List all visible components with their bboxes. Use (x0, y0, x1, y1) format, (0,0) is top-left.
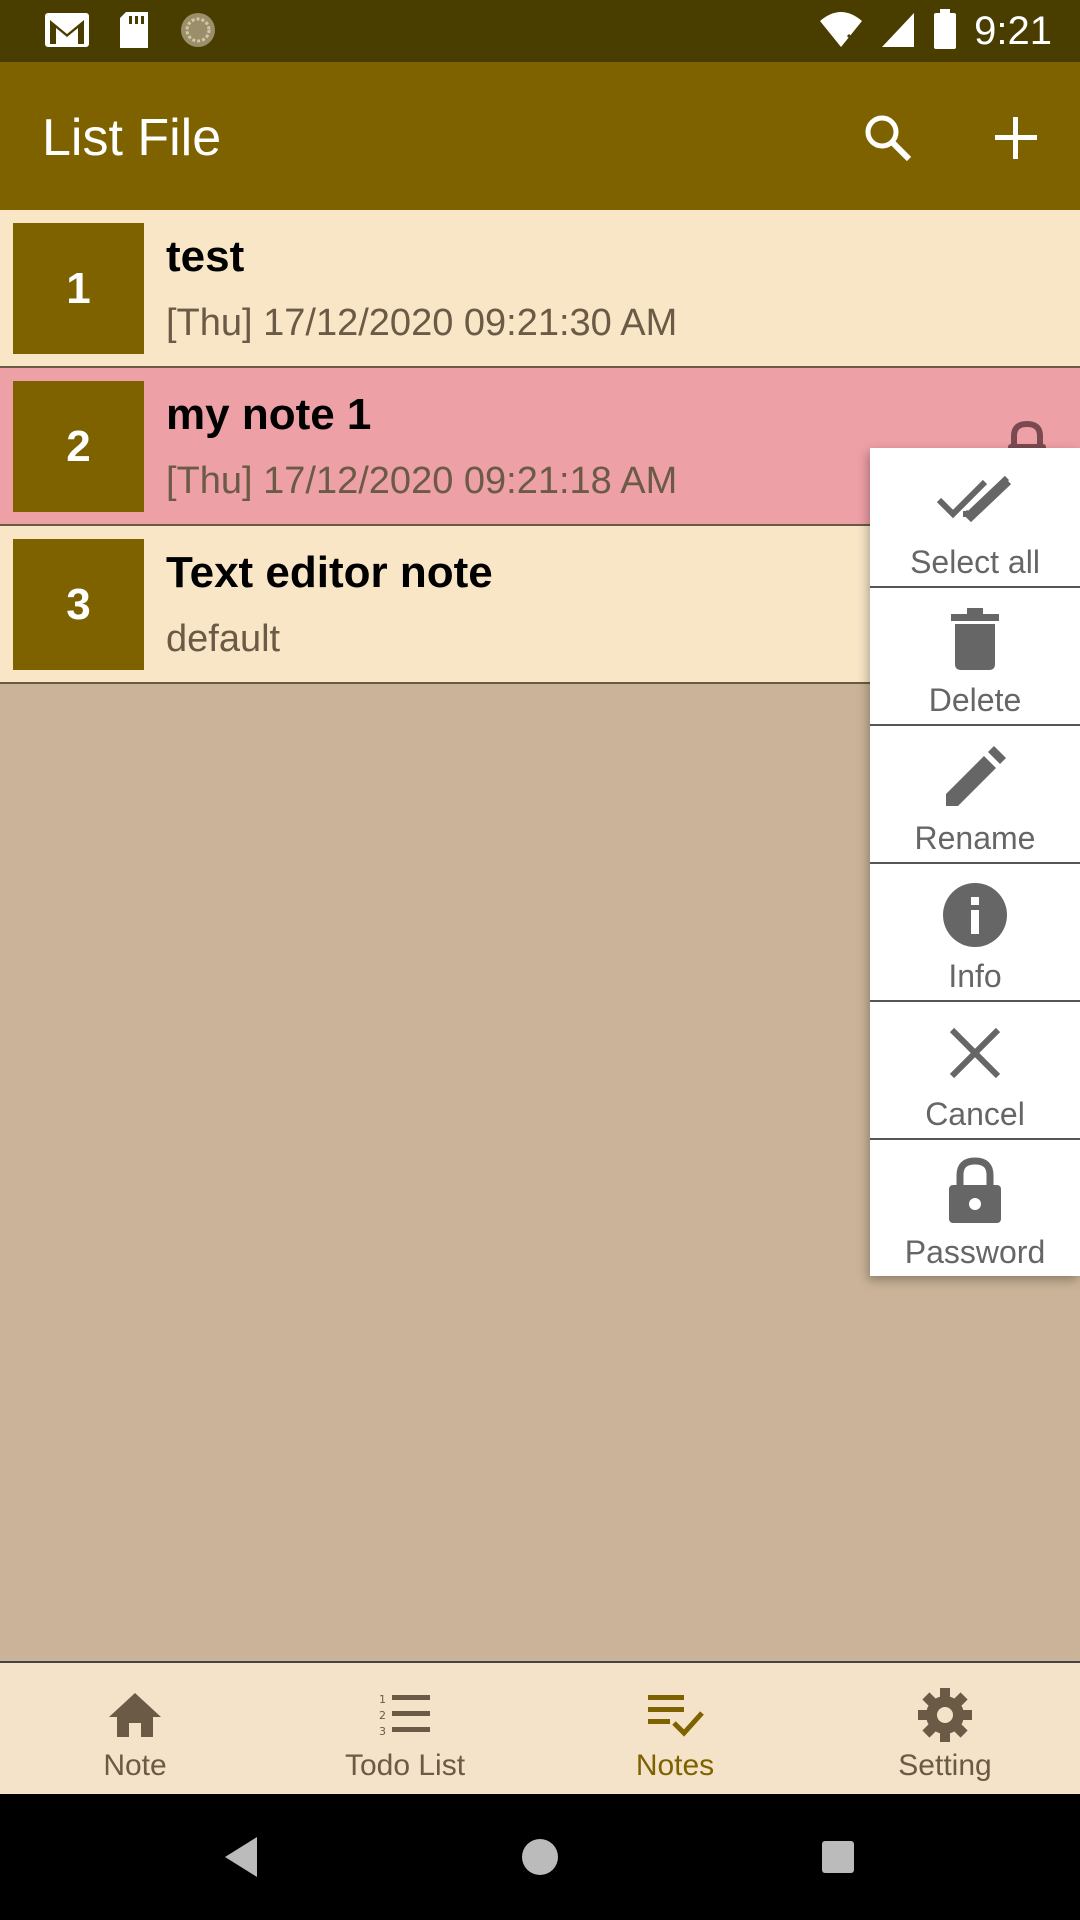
signal-icon (880, 9, 916, 54)
search-icon (865, 115, 912, 162)
delete-label: Delete (928, 682, 1022, 718)
home-circle-icon (522, 1839, 558, 1875)
list-item[interactable]: 1 test [Thu] 17/12/2020 09:21:30 AM (0, 210, 1080, 368)
note-title: test (166, 232, 245, 281)
nav-todo-list[interactable]: 1 2 3 Todo List (270, 1663, 540, 1796)
battery-icon (932, 8, 958, 55)
select-all-label: Select all (910, 544, 1040, 580)
gear-icon (810, 1685, 1080, 1745)
page-title: List File (42, 109, 222, 167)
back-button[interactable] (206, 1822, 276, 1892)
search-button[interactable] (852, 102, 924, 174)
back-icon (225, 1837, 257, 1877)
close-icon (870, 1018, 1080, 1088)
svg-text:2: 2 (379, 1709, 386, 1722)
rename-button[interactable]: Rename (870, 724, 1080, 864)
note-title: my note 1 (166, 390, 372, 439)
pencil-icon (870, 742, 1080, 812)
nav-notes[interactable]: Notes (540, 1663, 810, 1796)
double-check-icon (870, 466, 1080, 536)
trash-icon (870, 604, 1080, 674)
note-subtitle: [Thu] 17/12/2020 09:21:30 AM (166, 302, 678, 344)
checklist-icon (540, 1685, 810, 1745)
plus-icon (995, 117, 1037, 159)
select-all-button[interactable]: Select all (870, 448, 1080, 588)
add-button[interactable] (980, 102, 1052, 174)
home-button[interactable] (505, 1822, 575, 1892)
nav-setting-label: Setting (898, 1749, 992, 1782)
password-button[interactable]: Password (870, 1138, 1080, 1276)
delete-button[interactable]: Delete (870, 586, 1080, 726)
svg-text:1: 1 (379, 1693, 386, 1706)
wifi-icon (818, 9, 864, 54)
lock-icon (870, 1156, 1080, 1226)
gmail-icon (44, 10, 90, 55)
sync-icon (178, 10, 218, 55)
recents-button[interactable] (803, 1822, 873, 1892)
app-bar: List File (0, 62, 1080, 210)
svg-text:3: 3 (379, 1725, 386, 1738)
nav-note[interactable]: Note (0, 1663, 270, 1796)
info-button[interactable]: Info (870, 862, 1080, 1002)
status-bar: 9:21 (0, 0, 1080, 62)
info-label: Info (948, 958, 1002, 994)
recents-icon (822, 1841, 854, 1873)
sd-card-icon (118, 10, 150, 55)
cancel-button[interactable]: Cancel (870, 1000, 1080, 1140)
note-number: 3 (13, 539, 144, 670)
password-label: Password (904, 1234, 1046, 1270)
context-menu: Select all Delete Rename Info Cancel Pas… (870, 448, 1080, 1276)
nav-notes-label: Notes (635, 1749, 715, 1782)
cancel-label: Cancel (925, 1096, 1025, 1132)
bottom-navigation: Note 1 2 3 Todo List Notes Setting (0, 1661, 1080, 1796)
note-number: 1 (13, 223, 144, 354)
system-navigation-bar (0, 1794, 1080, 1920)
note-title: Text editor note (166, 548, 493, 597)
nav-setting[interactable]: Setting (810, 1663, 1080, 1796)
rename-label: Rename (914, 820, 1036, 856)
nav-todo-list-label: Todo List (344, 1749, 466, 1782)
note-number: 2 (13, 381, 144, 512)
status-time: 9:21 (974, 9, 1052, 53)
home-icon (0, 1685, 270, 1745)
info-icon (870, 880, 1080, 950)
note-subtitle: [Thu] 17/12/2020 09:21:18 AM (166, 460, 678, 502)
note-subtitle: default (166, 618, 281, 660)
numbered-list-icon: 1 2 3 (270, 1685, 540, 1745)
nav-note-label: Note (103, 1749, 167, 1782)
